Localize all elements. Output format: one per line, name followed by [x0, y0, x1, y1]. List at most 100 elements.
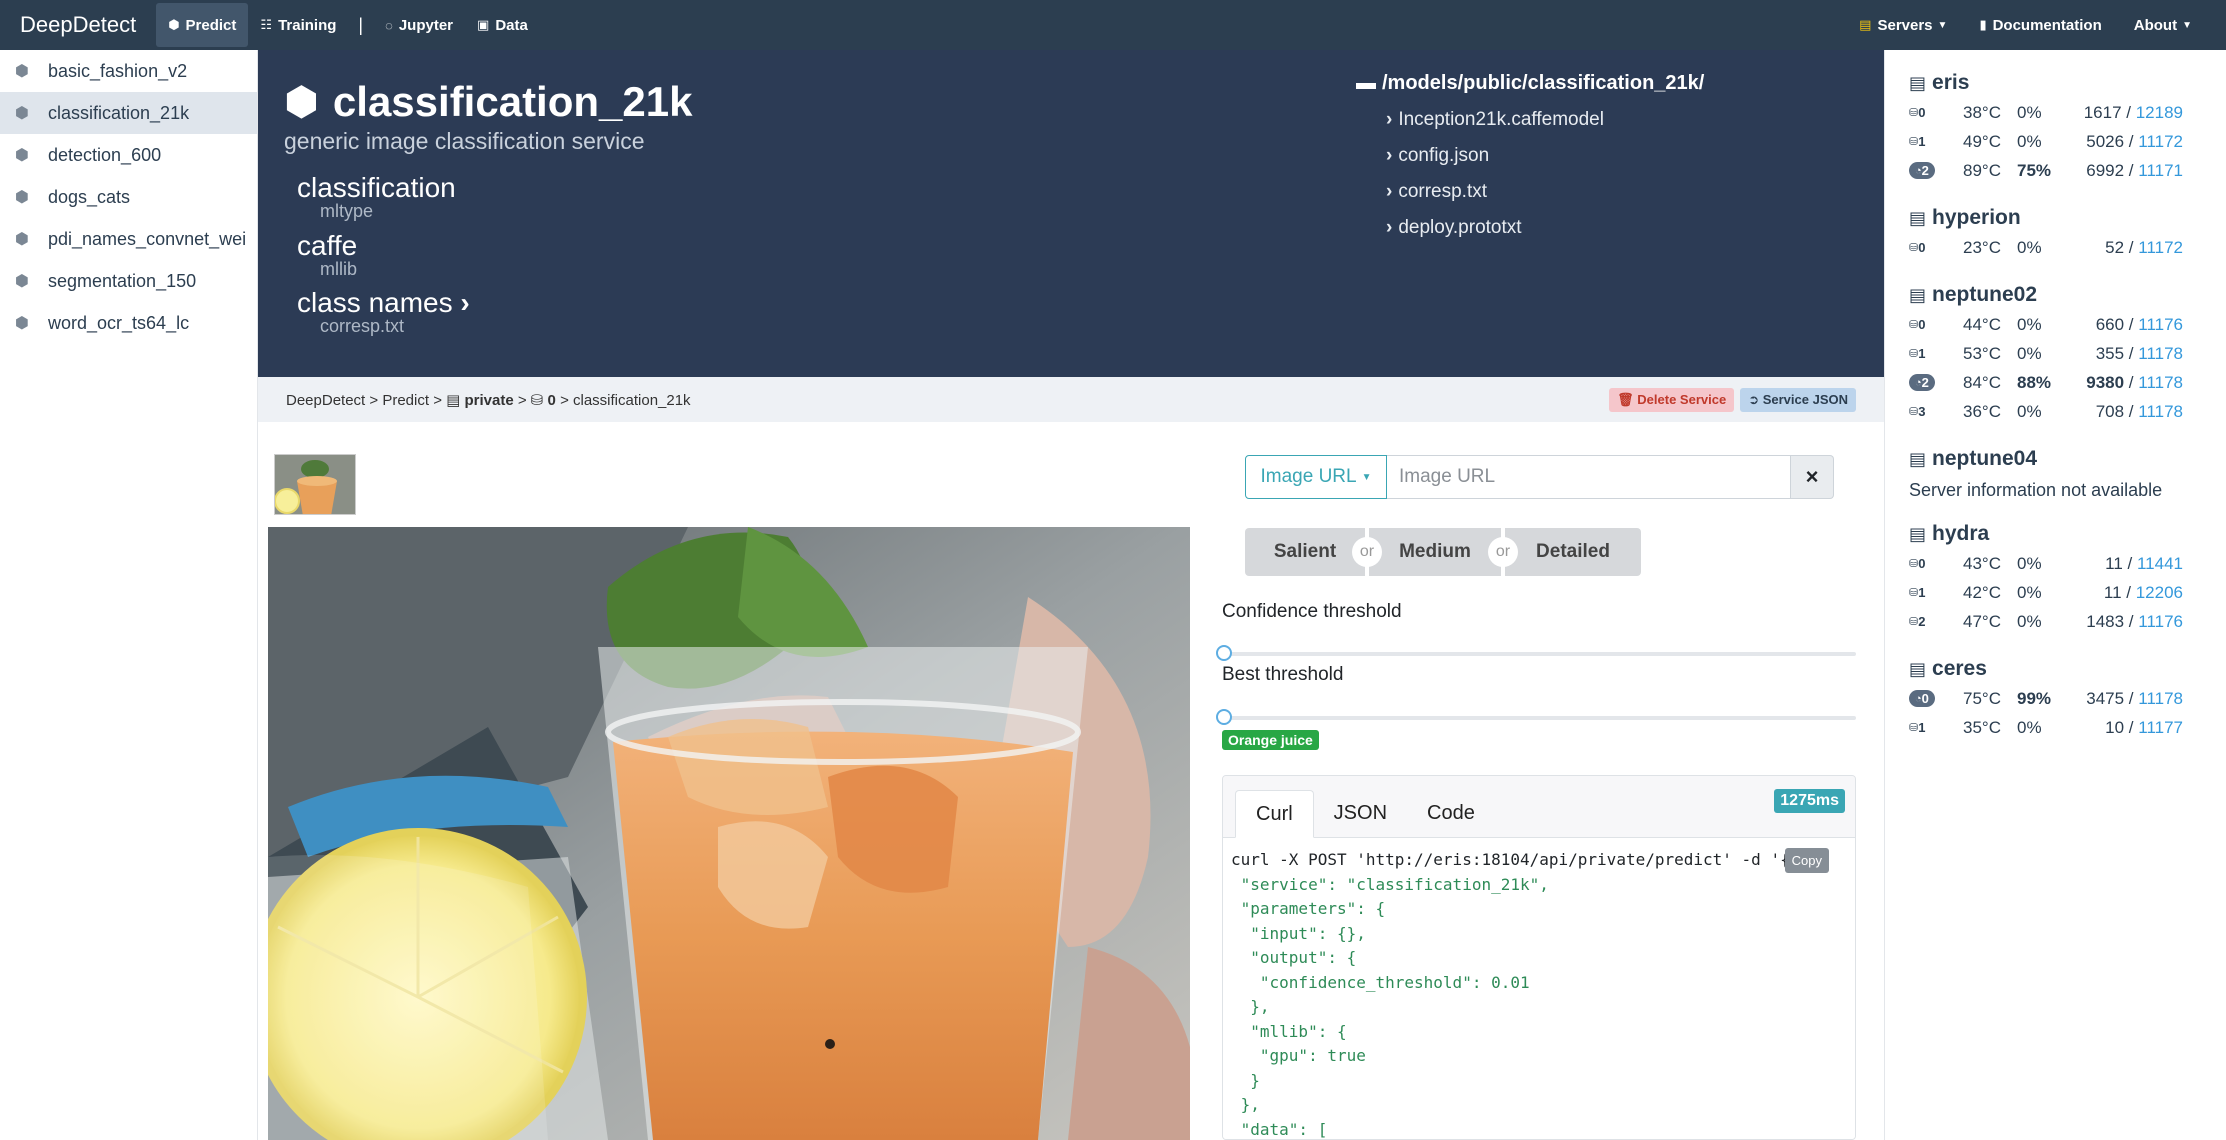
gpu-id-badge: ⛁ 3	[1909, 404, 1963, 419]
gpu-busy-icon: ◔	[1915, 692, 1922, 705]
memory-separator: /	[2124, 717, 2139, 737]
gpu-memory-used: 5026	[2086, 131, 2125, 151]
gpu-utilization: 0%	[2017, 401, 2042, 421]
server-neptune02[interactable]: ▤ neptune02	[1909, 280, 2226, 310]
service-json-button[interactable]: ➲ Service JSON	[1740, 387, 1856, 412]
caret-down-icon: ▼	[2182, 19, 2192, 31]
input-type-label: Image URL	[1260, 466, 1357, 487]
gpu-row: ⛁ 0 38°C 0% 1617 / 12189	[1909, 98, 2226, 127]
service-subtitle: generic image classification service	[284, 128, 645, 154]
breadcrumb-root[interactable]: DeepDetect	[286, 392, 365, 409]
thumbnail-image	[275, 455, 355, 514]
nav-predict[interactable]: ⬢ Predict	[156, 3, 249, 47]
copy-button[interactable]: Copy	[1784, 848, 1829, 873]
server-name: hyperion	[1932, 206, 2021, 229]
prop-value: classification	[297, 172, 456, 203]
sidebar-item-pdi-names-convnet[interactable]: ⬢ pdi_names_convnet_wei	[0, 218, 257, 260]
code-line: }	[1231, 1070, 1260, 1090]
code-line: "mllib": {	[1231, 1021, 1347, 1041]
gpu-temperature: 53°C	[1963, 343, 2001, 363]
file-item[interactable]: › Inception21k.caffemodel	[1386, 109, 1704, 131]
file-item[interactable]: › config.json	[1386, 145, 1704, 167]
tab-json[interactable]: JSON	[1314, 789, 1407, 837]
gpu-id-badge: ⛁ 1	[1909, 134, 1963, 149]
sidebar-item-classification-21k[interactable]: ⬢ classification_21k	[0, 92, 257, 134]
gpu-icon: ⛁	[1909, 319, 1919, 331]
confidence-threshold-label: Confidence threshold	[1222, 601, 1402, 622]
server-eris[interactable]: ▤ eris	[1909, 68, 2226, 98]
delete-service-button[interactable]: 🗑 Delete Service	[1609, 387, 1735, 412]
gpu-memory-total: 11172	[2138, 237, 2183, 257]
server-ceres[interactable]: ▤ ceres	[1909, 654, 2226, 684]
gpu-id: 1	[1918, 720, 1926, 735]
gpu-icon: ⛁	[1909, 242, 1919, 254]
gpu-memory-used: 708	[2095, 401, 2125, 421]
gpu-memory-total: 11177	[2138, 717, 2183, 737]
mode-medium-button[interactable]: Medium	[1369, 528, 1501, 576]
tab-code[interactable]: Code	[1407, 789, 1495, 837]
gpu-busy-icon: ◔	[1915, 376, 1922, 389]
nav-documentation-label: Documentation	[1992, 16, 2102, 34]
confidence-threshold-slider[interactable]	[1216, 645, 1856, 661]
server-icon: ▤	[1909, 448, 1927, 469]
nav-data-label: Data	[495, 16, 528, 34]
file-item[interactable]: › corresp.txt	[1386, 181, 1704, 203]
sidebar-item-dogs-cats[interactable]: ⬢ dogs_cats	[0, 176, 257, 218]
gpu-memory: 52 / 11172	[2077, 238, 2183, 258]
breadcrumb-predict[interactable]: Predict	[382, 392, 429, 409]
gpu-memory: 355 / 11178	[2077, 344, 2183, 364]
nav-training[interactable]: ☷ Training	[248, 3, 348, 47]
gpu-row: ⛁ 3 36°C 0% 708 / 11178	[1909, 397, 2226, 426]
server-icon: ▤	[1909, 523, 1927, 544]
gpu-id-badge: ⛁ 0	[1909, 317, 1963, 332]
sidebar-item-segmentation-150[interactable]: ⬢ segmentation_150	[0, 260, 257, 302]
input-type-dropdown[interactable]: Image URL ▼	[1245, 455, 1387, 499]
sidebar-item-label: basic_fashion_v2	[48, 60, 188, 81]
file-name: config.json	[1398, 145, 1490, 166]
nav-servers-dropdown[interactable]: ▤ Servers ▼	[1843, 3, 1963, 47]
gpu-memory-total: 11171	[2138, 160, 2183, 180]
gpu-temperature: 89°C	[1963, 160, 2001, 180]
file-item[interactable]: › deploy.prototxt	[1386, 217, 1704, 239]
chevron-right-icon: ›	[1386, 109, 1393, 130]
server-hydra[interactable]: ▤ hydra	[1909, 519, 2226, 549]
image-url-input[interactable]	[1387, 455, 1791, 499]
gpu-icon: ⛁	[1909, 136, 1919, 148]
sidebar-item-label: segmentation_150	[48, 270, 197, 291]
gpu-utilization: 0%	[2017, 343, 2042, 363]
tab-curl[interactable]: Curl	[1235, 790, 1314, 838]
memory-separator: /	[2124, 611, 2139, 631]
arrow-circle-icon: ➲	[1748, 391, 1760, 407]
nav-data[interactable]: ▣ Data	[465, 3, 540, 47]
mode-detailed-button[interactable]: Detailed	[1505, 528, 1641, 576]
code-line: "confidence_threshold": 0.01	[1231, 972, 1530, 992]
prop-class-names[interactable]: class names › corresp.txt	[297, 287, 470, 337]
gpu-memory-used: 11	[2103, 582, 2122, 602]
server-neptune04[interactable]: ▤ neptune04	[1909, 444, 2226, 474]
sidebar-item-basic-fashion-v2[interactable]: ⬢ basic_fashion_v2	[0, 50, 257, 92]
mode-salient-button[interactable]: Salient	[1245, 528, 1365, 576]
breadcrumb-gpu: 0	[547, 391, 556, 409]
file-name: Inception21k.caffemodel	[1398, 109, 1604, 130]
gpu-temperature: 47°C	[1963, 611, 2001, 631]
nav-about-dropdown[interactable]: About ▼	[2118, 3, 2208, 47]
nav-documentation[interactable]: ▮ Documentation	[1963, 3, 2117, 47]
slider-handle[interactable]	[1216, 709, 1232, 725]
clear-input-button[interactable]: ×	[1791, 455, 1834, 499]
nav-jupyter[interactable]: ◌ Jupyter	[373, 3, 465, 47]
gpu-memory-total: 11176	[2138, 314, 2183, 334]
gpu-memory-total: 11178	[2138, 372, 2183, 392]
servers-panel: ▤ eris ⛁ 0 38°C 0% 1617 / 12189 ⛁ 1 49°C 0% 5026 …	[1884, 50, 2226, 1140]
best-threshold-label: Best threshold	[1222, 664, 1344, 685]
best-threshold-slider[interactable]	[1216, 709, 1856, 725]
sidebar-item-label: dogs_cats	[48, 186, 131, 207]
gpu-temperature: 23°C	[1963, 237, 2001, 257]
repository-path: ▬ /models/public/classification_21k/	[1356, 72, 1704, 95]
sidebar-item-word-ocr[interactable]: ⬢ word_ocr_ts64_lc	[0, 302, 257, 344]
brand-logo[interactable]: DeepDetect	[0, 12, 154, 38]
server-hyperion[interactable]: ▤ hyperion	[1909, 203, 2226, 233]
image-thumbnail[interactable]	[274, 454, 356, 515]
slider-handle[interactable]	[1216, 645, 1232, 661]
server-icon: ▤	[1909, 658, 1927, 679]
sidebar-item-detection-600[interactable]: ⬢ detection_600	[0, 134, 257, 176]
